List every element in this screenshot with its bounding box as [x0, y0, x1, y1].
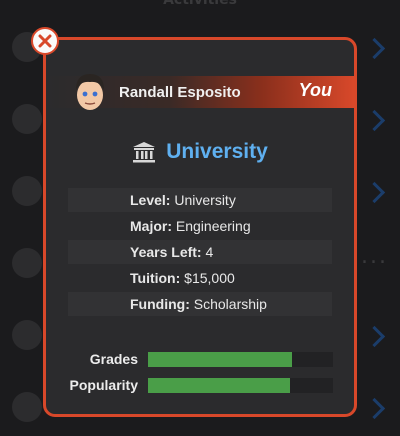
background-row-icon	[12, 248, 42, 278]
modal-title: University	[46, 140, 354, 164]
stats-section: Grades Popularity	[46, 348, 354, 400]
info-key: Major:	[130, 218, 172, 234]
info-row-major: Major: Engineering	[68, 214, 332, 238]
info-row-tuition: Tuition: $15,000	[68, 266, 332, 290]
you-tag: You	[298, 80, 332, 100]
chevron-right-icon	[363, 37, 386, 60]
background-header: Activities	[163, 0, 237, 8]
stat-row-popularity: Popularity	[46, 374, 354, 400]
background-row-icon	[12, 104, 42, 134]
stat-label: Popularity	[69, 377, 138, 393]
info-list: Level: University Major: Engineering Yea…	[68, 188, 332, 318]
grades-bar-fill	[148, 352, 293, 367]
grades-bar	[148, 352, 333, 367]
info-value: $15,000	[184, 270, 235, 286]
more-dots-icon: ...	[361, 244, 388, 269]
stat-label: Grades	[89, 351, 138, 367]
education-modal: Randall Esposito You University Level: U…	[43, 37, 357, 417]
info-key: Funding:	[130, 296, 190, 312]
info-row-years-left: Years Left: 4	[68, 240, 332, 264]
avatar	[76, 74, 104, 110]
info-value: Engineering	[175, 218, 251, 234]
background-row-icon	[12, 176, 42, 206]
chevron-right-icon	[363, 181, 386, 204]
info-key: Level:	[130, 192, 171, 208]
close-button[interactable]	[31, 27, 59, 55]
page-title: University	[166, 140, 268, 163]
stat-row-grades: Grades	[46, 348, 354, 374]
info-value: University	[174, 192, 236, 208]
chevron-right-icon	[363, 397, 386, 420]
info-value: 4	[205, 244, 214, 260]
background-row-icon	[12, 320, 42, 350]
popularity-bar-fill	[148, 378, 291, 393]
chevron-right-icon	[363, 109, 386, 132]
user-name: Randall Esposito	[119, 84, 241, 101]
info-key: Tuition:	[130, 270, 181, 286]
info-value: Scholarship	[193, 296, 267, 312]
info-row-funding: Funding: Scholarship	[68, 292, 332, 316]
popularity-bar	[148, 378, 333, 393]
background-row-icon	[12, 392, 42, 422]
chevron-right-icon	[363, 325, 386, 348]
info-row-level: Level: University	[68, 188, 332, 212]
close-icon	[38, 34, 52, 48]
university-building-icon	[133, 142, 156, 163]
info-key: Years Left:	[130, 244, 202, 260]
